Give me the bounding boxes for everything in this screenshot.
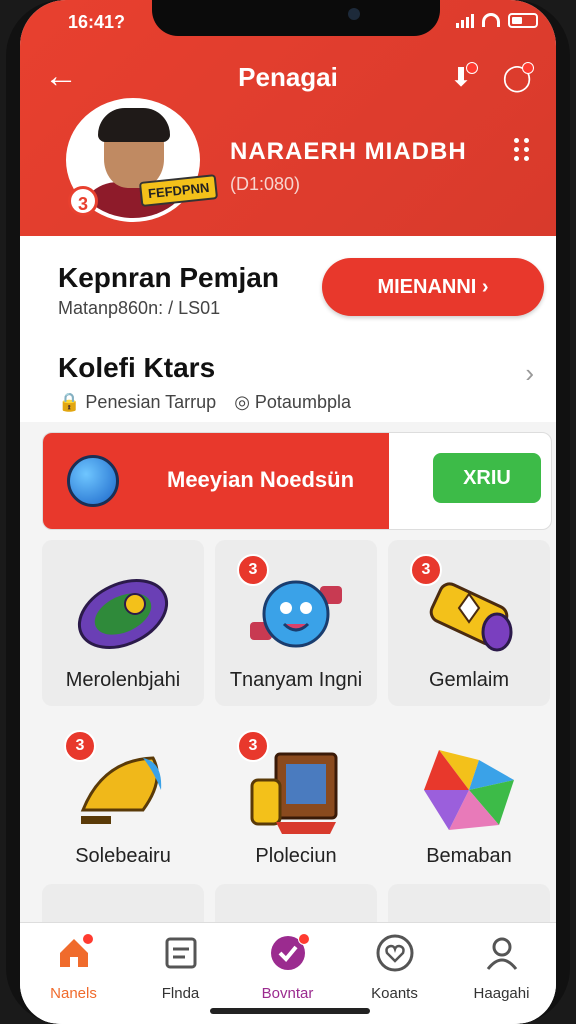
grid-tile[interactable]: Bemaban <box>388 716 550 882</box>
app-screen: 16:41? ← Penagai ⬇ ◯ 3 FEFDPNN NARAERH M… <box>20 0 556 1024</box>
nav-label: Flnda <box>161 985 200 1002</box>
nav-item-profile[interactable]: Haagahi <box>448 933 555 1002</box>
signal-icon <box>456 12 474 28</box>
grid-tile[interactable]: 3 Tnanyam Ingni <box>215 540 377 706</box>
chat-icon[interactable]: ◯ <box>500 60 534 94</box>
grid-tile[interactable]: 3 Ploleciun <box>215 716 377 882</box>
phone-frame: 16:41? ← Penagai ⬇ ◯ 3 FEFDPNN NARAERH M… <box>6 0 570 1024</box>
user-icon <box>482 933 522 973</box>
tile-label: Merolenbjahi <box>65 669 181 691</box>
profile-id: (D1:080) <box>230 174 301 194</box>
nav-item-home[interactable]: Nanels <box>20 933 127 1002</box>
chevron-right-icon[interactable]: › <box>525 358 534 389</box>
rainbow-crystal-icon <box>424 750 514 830</box>
nav-item-find[interactable]: Flnda <box>127 933 234 1002</box>
section-title: Kepnran Pemjan <box>58 262 279 293</box>
golden-top-icon <box>80 756 162 824</box>
ball-icon <box>67 455 119 507</box>
edit-note-icon <box>161 933 201 973</box>
nav-item-favorites[interactable]: Koants <box>341 933 448 1002</box>
nav-label: Nanels <box>50 985 97 1002</box>
tile-label: Gemlaim <box>428 669 509 691</box>
heart-icon <box>375 933 415 973</box>
promo-banner[interactable]: Meeyian Noedsün XRIU <box>42 432 552 530</box>
notch <box>152 0 440 36</box>
nav-label: Haagahi <box>473 985 530 1002</box>
tile-label: Solebeairu <box>75 845 171 867</box>
gem-cannon-icon <box>429 582 513 652</box>
home-indicator <box>210 1008 370 1014</box>
status-time: 16:41? <box>68 12 126 32</box>
download-icon[interactable]: ⬇ <box>444 60 478 94</box>
tile-label: Ploleciun <box>255 845 337 867</box>
banner-button[interactable]: XRIU <box>433 453 541 503</box>
robot-ball-icon <box>250 580 342 648</box>
battery-icon <box>508 12 538 28</box>
grid-tile[interactable]: 3 Solebeairu <box>42 716 204 882</box>
section-subtitle: Matanp860n: / LS01 <box>58 298 221 318</box>
meta-location: ◎ Potaumbpla <box>234 392 351 412</box>
collection-meta: 🔒 Penesian Tarrup ◎ Potaumbpla <box>58 392 351 413</box>
more-options-icon[interactable] <box>512 136 534 162</box>
nav-label: Koants <box>371 985 418 1002</box>
grid-tile[interactable]: 3 Gemlaim <box>388 540 550 706</box>
check-circle-icon <box>268 933 310 973</box>
primary-action-button[interactable]: MIENANNI › <box>322 258 544 316</box>
nav-label: Bovntar <box>261 985 314 1002</box>
wifi-icon <box>482 13 500 27</box>
tile-label: Bemaban <box>426 845 512 867</box>
grid-tile[interactable]: Merolenbjahi <box>42 540 204 706</box>
tile-label: Tnanyam Ingni <box>229 669 363 691</box>
capsule-icon <box>77 579 169 649</box>
status-icons <box>456 12 538 28</box>
treasure-frame-icon <box>250 752 338 834</box>
avatar-badge: 3 <box>68 186 98 216</box>
home-icon <box>54 933 94 973</box>
banner-text: Meeyian Noedsün <box>167 467 355 492</box>
nav-item-center[interactable]: Bovntar <box>234 933 341 1002</box>
meta-lock: 🔒 Penesian Tarrup <box>58 392 217 412</box>
collection-title[interactable]: Kolefi Ktars <box>58 352 215 384</box>
profile-name: NARAERH MIADBH <box>230 138 467 165</box>
